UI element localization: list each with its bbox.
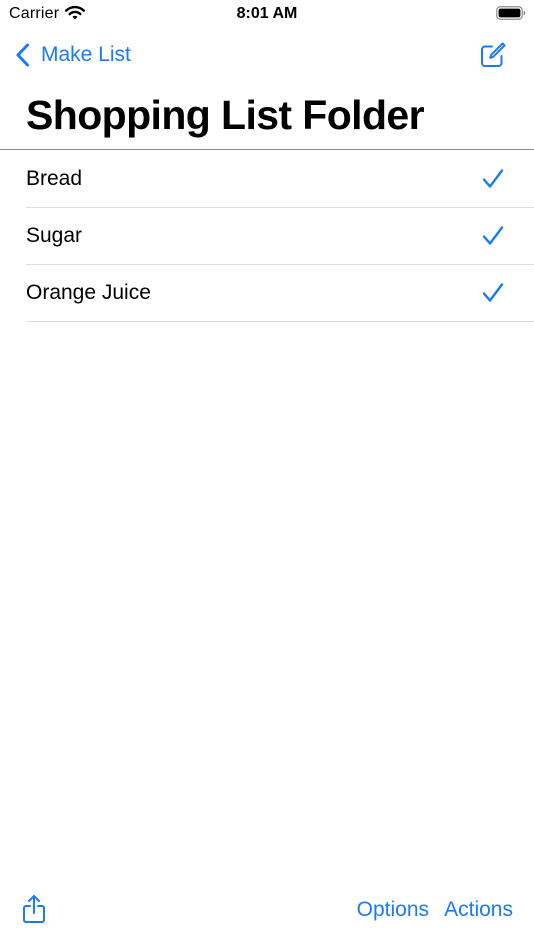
list-item[interactable]: Orange Juice: [26, 265, 534, 322]
checkmark-icon: [482, 169, 504, 188]
list-item[interactable]: Sugar: [26, 208, 534, 265]
chevron-left-icon: [16, 43, 29, 67]
checkmark-icon: [482, 226, 504, 245]
list-item-label: Bread: [26, 167, 83, 190]
list-item-label: Orange Juice: [26, 281, 151, 304]
navigation-bar: Make List: [0, 34, 534, 78]
page-title: Shopping List Folder: [26, 92, 425, 138]
compose-icon[interactable]: [478, 40, 508, 70]
options-button[interactable]: Options: [357, 898, 429, 922]
status-bar: Carrier 8:01 AM: [0, 0, 534, 28]
list-item[interactable]: Bread: [26, 151, 534, 208]
back-button[interactable]: Make List: [14, 38, 131, 72]
checkmark-icon: [482, 283, 504, 302]
bottom-toolbar: Options Actions: [0, 886, 534, 950]
battery-icon: [496, 6, 526, 20]
shopping-list: Bread Sugar Orange Juice: [26, 151, 534, 322]
actions-button[interactable]: Actions: [444, 898, 513, 922]
list-item-label: Sugar: [26, 224, 83, 247]
back-button-label: Make List: [41, 43, 131, 66]
status-time: 8:01 AM: [236, 5, 298, 22]
title-divider: [0, 149, 534, 150]
share-icon[interactable]: [22, 894, 46, 924]
